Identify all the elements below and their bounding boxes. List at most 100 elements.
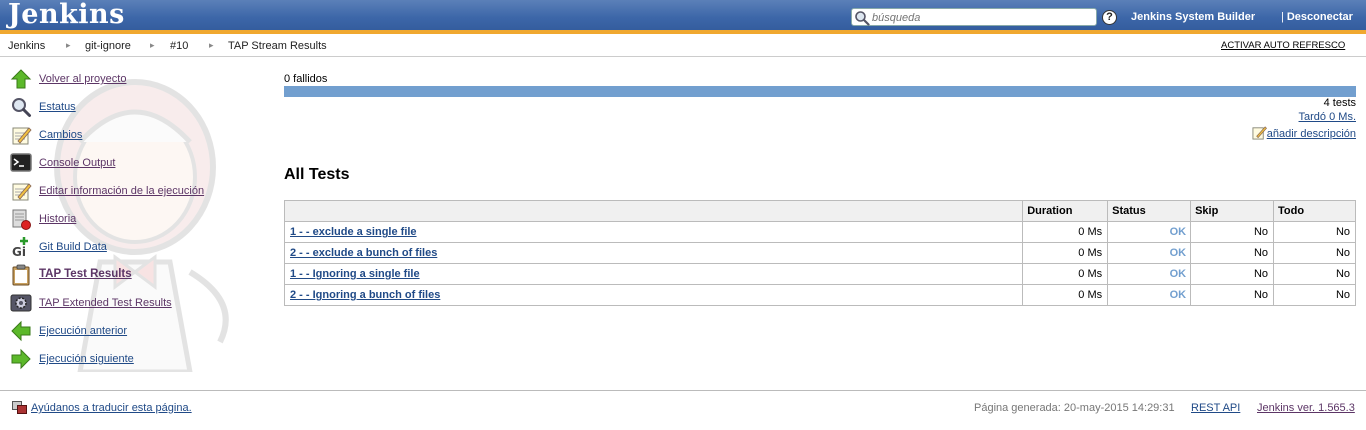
breadcrumb-chevron-icon[interactable]: ▸	[150, 40, 155, 51]
magnifier-icon	[12, 98, 31, 117]
page-generated-timestamp: Página generada: 20-may-2015 14:29:31	[974, 402, 1175, 414]
test-duration: 0 Ms	[1022, 242, 1109, 264]
sidebar-item-status[interactable]: Estatus	[10, 96, 250, 120]
search-input[interactable]	[872, 10, 1092, 25]
right-arrow-icon	[11, 348, 31, 370]
test-status: OK	[1107, 263, 1192, 285]
clipboard-icon	[12, 264, 30, 286]
sidebar-item-label[interactable]: Console Output	[39, 157, 115, 169]
breadcrumb-item-build[interactable]: #10	[170, 40, 188, 52]
failed-count: 0 fallidos	[284, 73, 328, 85]
test-name-link[interactable]: 1 - - Ignoring a single file	[290, 268, 420, 280]
duration-link[interactable]: Tardó 0 Ms.	[1299, 111, 1356, 123]
search-box[interactable]	[851, 8, 1097, 26]
git-icon: Gi	[12, 237, 28, 258]
auto-refresh-link[interactable]: ACTIVAR AUTO REFRESCO	[1221, 40, 1345, 51]
sidebar-item-history[interactable]: Historia	[10, 208, 250, 232]
search-icon	[855, 11, 870, 26]
notepad-icon	[12, 183, 32, 201]
up-arrow-icon	[10, 69, 32, 89]
sidebar-item-label[interactable]: Cambios	[39, 129, 82, 141]
translate-link[interactable]: Ayúdanos a traducir esta página.	[31, 402, 192, 414]
test-todo: No	[1273, 242, 1356, 264]
breadcrumb-chevron-icon[interactable]: ▸	[209, 40, 214, 51]
test-results-table: Duration Status Skip Todo 1 - - exclude …	[283, 200, 1356, 306]
test-skip: No	[1190, 284, 1275, 306]
rest-api-link[interactable]: REST API	[1191, 402, 1240, 414]
sidebar-item-console-output[interactable]: Console Output	[10, 152, 250, 176]
section-title: All Tests	[284, 166, 350, 183]
breadcrumb-item-project[interactable]: git-ignore	[85, 40, 131, 52]
notepad-icon	[12, 127, 32, 145]
sidebar-item-label[interactable]: Ejecución siguiente	[39, 353, 134, 365]
svg-text:Gi: Gi	[12, 245, 26, 258]
sidebar-item-back-to-project[interactable]: Volver al proyecto	[10, 68, 250, 92]
column-header-status[interactable]: Status	[1107, 200, 1192, 222]
sidebar-item-changes[interactable]: Cambios	[10, 124, 250, 148]
column-header-todo[interactable]: Todo	[1273, 200, 1356, 222]
user-name-link[interactable]: Jenkins System Builder	[1131, 11, 1255, 23]
sidebar-item-label[interactable]: Ejecución anterior	[39, 325, 127, 337]
sidebar-item-label[interactable]: Volver al proyecto	[39, 73, 126, 85]
edit-icon	[1252, 126, 1267, 140]
sidebar-item-label[interactable]: Estatus	[39, 101, 76, 113]
test-status: OK	[1107, 242, 1192, 264]
test-result-bar	[284, 86, 1356, 97]
breadcrumb-item-jenkins[interactable]: Jenkins	[8, 40, 45, 52]
sidebar-item-label[interactable]: Git Build Data	[39, 241, 107, 253]
column-header-name	[283, 200, 1024, 222]
sidebar-item-label[interactable]: TAP Extended Test Results	[39, 297, 172, 309]
test-name-link[interactable]: 2 - - Ignoring a bunch of files	[290, 289, 440, 301]
add-description-link[interactable]: añadir descripción	[1267, 128, 1356, 140]
breadcrumb-item-tap-results[interactable]: TAP Stream Results	[228, 40, 327, 52]
page-header: Jenkins ? Jenkins System Builder |Descon…	[0, 0, 1366, 34]
logout-label[interactable]: Desconectar	[1287, 11, 1353, 23]
page-footer: Ayúdanos a traducir esta página. Página …	[0, 390, 1366, 430]
history-icon	[12, 209, 31, 230]
table-row: 1 - - exclude a single file 0 Ms OK No N…	[283, 221, 1356, 243]
sidebar: Volver al proyecto Estatus Cambios Conso…	[0, 60, 260, 380]
test-todo: No	[1273, 221, 1356, 243]
test-name-link[interactable]: 2 - - exclude a bunch of files	[290, 247, 437, 259]
jenkins-logo[interactable]: Jenkins	[8, 0, 125, 30]
sidebar-item-tap-test-results[interactable]: TAP Test Results	[10, 264, 250, 288]
test-skip: No	[1190, 221, 1275, 243]
left-arrow-icon	[11, 320, 31, 342]
main-content: 0 fallidos 4 tests Tardó 0 Ms. añadir de…	[283, 60, 1356, 380]
column-header-duration[interactable]: Duration	[1022, 200, 1109, 222]
breadcrumb-chevron-icon[interactable]: ▸	[66, 40, 71, 51]
test-name-link[interactable]: 1 - - exclude a single file	[290, 226, 417, 238]
test-todo: No	[1273, 263, 1356, 285]
help-icon[interactable]: ?	[1102, 10, 1117, 25]
test-todo: No	[1273, 284, 1356, 306]
sidebar-item-previous-build[interactable]: Ejecución anterior	[10, 320, 250, 344]
sidebar-item-label[interactable]: Editar información de la ejecución	[39, 185, 204, 197]
test-skip: No	[1190, 242, 1275, 264]
terminal-icon	[10, 153, 32, 172]
test-skip: No	[1190, 263, 1275, 285]
test-duration: 0 Ms	[1022, 284, 1109, 306]
translate-help[interactable]: Ayúdanos a traducir esta página.	[12, 401, 192, 414]
test-status: OK	[1107, 284, 1192, 306]
table-header-row: Duration Status Skip Todo	[283, 200, 1356, 222]
sidebar-item-label[interactable]: TAP Test Results	[39, 268, 132, 280]
breadcrumb: Jenkins ▸ git-ignore ▸ #10 ▸ TAP Stream …	[0, 38, 1366, 57]
sidebar-item-next-build[interactable]: Ejecución siguiente	[10, 348, 250, 372]
test-status: OK	[1107, 221, 1192, 243]
jenkins-version-link[interactable]: Jenkins ver. 1.565.3	[1257, 402, 1355, 414]
sidebar-item-label[interactable]: Historia	[39, 213, 76, 225]
column-header-skip[interactable]: Skip	[1190, 200, 1275, 222]
add-description[interactable]: añadir descripción	[1252, 125, 1356, 140]
table-row: 1 - - Ignoring a single file 0 Ms OK No …	[283, 263, 1356, 285]
logout-separator: |	[1281, 11, 1284, 23]
table-row: 2 - - exclude a bunch of files 0 Ms OK N…	[283, 242, 1356, 264]
test-duration: 0 Ms	[1022, 221, 1109, 243]
test-duration: 0 Ms	[1022, 263, 1109, 285]
sidebar-item-git-build-data[interactable]: Gi Git Build Data	[10, 236, 250, 260]
test-count: 4 tests	[1323, 97, 1356, 109]
translate-icon	[12, 401, 27, 414]
sidebar-item-edit-build-info[interactable]: Editar información de la ejecución	[10, 180, 250, 204]
gear-icon	[10, 294, 32, 312]
sidebar-item-tap-extended-results[interactable]: TAP Extended Test Results	[10, 292, 250, 316]
logout-link[interactable]: | Desconectar	[1281, 11, 1353, 23]
